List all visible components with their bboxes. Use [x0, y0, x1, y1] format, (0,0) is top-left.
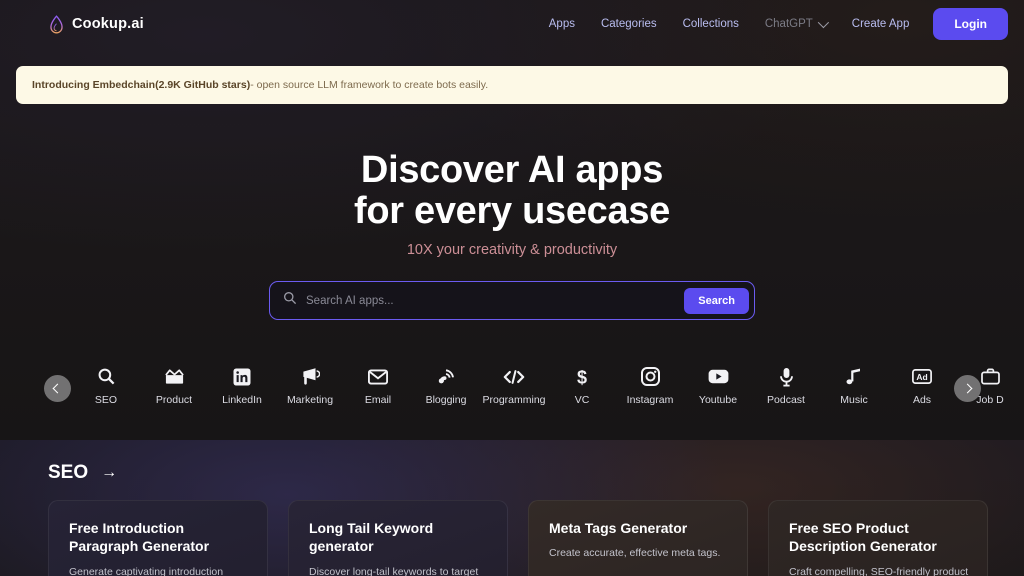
category-item-marketing[interactable]: Marketing [276, 366, 344, 406]
category-item-ads[interactable]: Ad Ads [888, 366, 956, 406]
app-card[interactable]: Free Introduction Paragraph Generator Ge… [48, 500, 268, 576]
category-label: LinkedIn [222, 394, 262, 406]
category-label: Blogging [425, 394, 467, 406]
ad-badge-icon: Ad [912, 366, 932, 387]
category-label: Music [840, 394, 868, 406]
magnifier-icon [97, 366, 116, 387]
banner-rest-text: - open source LLM framework to create bo… [250, 79, 489, 91]
nav-item-chatgpt-label: ChatGPT [764, 18, 813, 30]
category-item-vc[interactable]: $ VC [548, 366, 616, 406]
envelope-icon [368, 366, 388, 387]
search-input[interactable] [306, 294, 685, 307]
chevron-left-icon [52, 383, 63, 394]
category-label: Instagram [626, 394, 674, 406]
megaphone-icon [300, 366, 320, 387]
app-card-description: Generate captivating introduction [69, 565, 224, 576]
category-item-seo[interactable]: SEO [72, 366, 140, 406]
hero-subtitle: 10X your creativity & productivity [406, 242, 618, 259]
category-item-youtube[interactable]: Youtube [684, 366, 752, 406]
category-label: Product [155, 394, 193, 406]
nav-item-categories[interactable]: Categories [588, 12, 670, 36]
dollar-sign-icon: $ [575, 366, 589, 387]
instagram-icon [640, 366, 660, 387]
nav-item-create-app[interactable]: Create App [839, 12, 923, 36]
category-label: Marketing [286, 394, 334, 406]
nav-links: Apps Categories Collections ChatGPT Crea… [536, 8, 1008, 40]
chevron-down-icon [817, 16, 829, 29]
app-card-title: Free Introduction Paragraph Generator [69, 520, 210, 555]
category-item-programming[interactable]: Programming [480, 366, 548, 406]
blog-icon [437, 366, 456, 387]
svg-text:$: $ [577, 367, 587, 387]
linkedin-icon [233, 366, 251, 387]
category-label: Youtube [698, 394, 738, 406]
music-note-icon [845, 366, 863, 387]
category-item-music[interactable]: Music [820, 366, 888, 406]
app-card[interactable]: Long Tail Keyword generator Discover lon… [288, 500, 508, 576]
category-item-podcast[interactable]: Podcast [752, 366, 820, 406]
app-card-title: Long Tail Keyword generator [309, 520, 434, 555]
hero-title-line-2: for every usecase [353, 189, 670, 232]
arrow-right-icon: → [101, 464, 118, 481]
category-label: Programming [482, 394, 546, 406]
brand[interactable]: Cookup.ai [48, 14, 144, 34]
category-next-button[interactable] [954, 375, 981, 402]
category-label: Podcast [767, 394, 805, 406]
category-label: SEO [94, 394, 118, 406]
category-item-linkedin[interactable]: LinkedIn [208, 366, 276, 406]
app-card-list: Free Introduction Paragraph Generator Ge… [48, 500, 1008, 576]
flame-droplet-icon [48, 14, 65, 34]
nav-item-collections[interactable]: Collections [670, 12, 752, 36]
nav-item-apps[interactable]: Apps [536, 12, 588, 36]
microphone-icon [779, 366, 794, 387]
section-title: SEO [48, 462, 89, 483]
category-item-email[interactable]: Email [344, 366, 412, 406]
app-card[interactable]: Meta Tags Generator Create accurate, eff… [528, 500, 748, 576]
youtube-play-icon [708, 366, 729, 387]
brand-name: Cookup.ai [72, 16, 144, 32]
navbar: Cookup.ai Apps Categories Collections Ch… [0, 0, 1024, 48]
category-label: Job D [976, 394, 1004, 406]
app-card-description: Discover long-tail keywords to target fo… [309, 565, 479, 576]
nav-item-chatgpt[interactable]: ChatGPT [752, 12, 839, 36]
chevron-right-icon [962, 383, 973, 394]
page-title: Discover AI apps for every usecase [0, 150, 1024, 231]
app-card[interactable]: Free SEO Product Description Generator C… [768, 500, 988, 576]
login-button[interactable]: Login [933, 8, 1008, 40]
search-icon [283, 291, 306, 310]
category-item-product[interactable]: Product [140, 366, 208, 406]
category-label: Email [364, 394, 392, 406]
announcement-banner[interactable]: Introducing Embedchain(2.9K GitHub stars… [16, 66, 1008, 104]
search-button[interactable]: Search [684, 287, 749, 314]
banner-strong-text: Introducing Embedchain(2.9K GitHub stars… [32, 79, 251, 91]
category-item-instagram[interactable]: Instagram [616, 366, 684, 406]
category-item-blogging[interactable]: Blogging [412, 366, 480, 406]
app-card-description: Create accurate, effective meta tags. [549, 547, 721, 560]
category-label: Ads [912, 394, 932, 406]
page-root: Cookup.ai Apps Categories Collections Ch… [0, 0, 1024, 576]
search-bar: Search [269, 281, 755, 320]
app-card-description: Craft compelling, SEO-friendly product [789, 565, 969, 576]
svg-text:Ad: Ad [916, 372, 927, 382]
section-header-seo[interactable]: SEO → [48, 462, 117, 484]
briefcase-icon [980, 366, 1000, 387]
code-brackets-icon [503, 366, 525, 387]
category-label: VC [574, 394, 590, 406]
app-card-title: Meta Tags Generator [549, 520, 688, 536]
hero-title-line-1: Discover AI apps [360, 149, 664, 191]
category-prev-button[interactable] [44, 375, 71, 402]
open-box-icon [164, 366, 185, 387]
app-card-title: Free SEO Product Description Generator [789, 520, 937, 555]
hero-section: Discover AI apps for every usecase 10X y… [0, 150, 1024, 259]
category-strip: SEO Product LinkedIn Marketing Email Blo… [0, 366, 1024, 414]
